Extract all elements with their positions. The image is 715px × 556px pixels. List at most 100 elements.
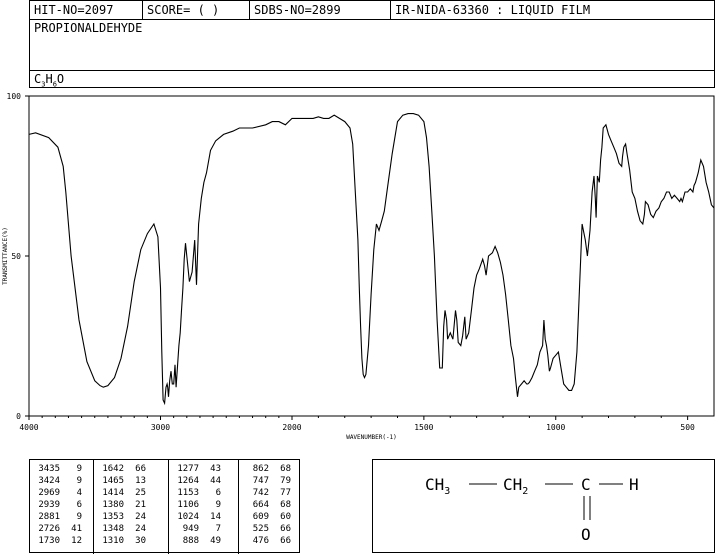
- peak-wavenumber: 2881: [38, 512, 60, 522]
- peak-row: 1465 13: [98, 475, 146, 487]
- peak-intensity: 30: [135, 536, 146, 546]
- peak-wavenumber: 609: [252, 512, 269, 522]
- peak-wavenumber: 2726: [38, 524, 60, 534]
- peak-wavenumber: 742: [252, 488, 269, 498]
- peak-wavenumber: 476: [252, 536, 269, 546]
- peak-intensity: 9: [76, 464, 82, 474]
- y-tick-label: 50: [11, 252, 21, 261]
- peak-intensity: 9: [76, 476, 82, 486]
- peak-wavenumber: 1024: [177, 512, 199, 522]
- peak-wavenumber: 1264: [177, 476, 199, 486]
- peak-row: 3435 9: [34, 463, 82, 475]
- peak-wavenumber: 1277: [177, 464, 199, 474]
- x-tick-label: 4000: [19, 423, 38, 432]
- peak-column: 862 68 747 79 742 77 664 68 609 60 525 66 476 66: [243, 463, 291, 547]
- peak-row: 1414 25: [98, 487, 146, 499]
- ch2-group: CH2: [503, 475, 528, 497]
- peak-row: 888 49: [173, 535, 221, 547]
- peak-intensity: 68: [280, 464, 291, 474]
- peak-row: 1730 12: [34, 535, 82, 547]
- ch3-group: CH3: [425, 475, 450, 497]
- structure-panel: CH3 CH2 C H O: [372, 459, 715, 553]
- peak-intensity: 60: [280, 512, 291, 522]
- peak-intensity: 66: [135, 464, 146, 474]
- peak-wavenumber: 2969: [38, 488, 60, 498]
- peak-wavenumber: 949: [182, 524, 199, 534]
- peak-intensity: 21: [135, 500, 146, 510]
- x-tick-label: 1000: [546, 423, 565, 432]
- x-axis-label: WAVENUMBER(-1): [346, 434, 397, 441]
- peak-intensity: 13: [135, 476, 146, 486]
- x-tick-label: 3000: [151, 423, 170, 432]
- peak-wavenumber: 1380: [102, 500, 124, 510]
- peak-intensity: 9: [215, 500, 221, 510]
- peak-wavenumber: 1348: [102, 524, 124, 534]
- peak-row: 2726 41: [34, 523, 82, 535]
- peak-row: 3424 9: [34, 475, 82, 487]
- peak-row: 476 66: [243, 535, 291, 547]
- peak-table: 3435 9 3424 9 2969 4 2939 6 2881 9 2726 41 1730 12 164…: [29, 459, 300, 554]
- peak-intensity: 24: [135, 524, 146, 534]
- y-tick-label: 100: [7, 92, 22, 101]
- peak-column: 1277 43 1264 44 1153 6 1106 9 1024 14 949 7 888 49: [173, 463, 221, 547]
- peak-wavenumber: 1106: [177, 500, 199, 510]
- peak-row: 742 77: [243, 487, 291, 499]
- x-tick-label: 500: [680, 423, 695, 432]
- peak-wavenumber: 1465: [102, 476, 124, 486]
- peak-wavenumber: 862: [252, 464, 269, 474]
- peak-intensity: 4: [76, 488, 82, 498]
- peak-wavenumber: 525: [252, 524, 269, 534]
- peak-row: 1153 6: [173, 487, 221, 499]
- plot-frame: [28, 95, 715, 417]
- peak-intensity: 66: [280, 536, 291, 546]
- table-divider: [168, 460, 169, 554]
- peak-intensity: 44: [210, 476, 221, 486]
- table-divider: [238, 460, 239, 554]
- peak-row: 525 66: [243, 523, 291, 535]
- peak-row: 664 68: [243, 499, 291, 511]
- peak-intensity: 9: [76, 512, 82, 522]
- x-tick-label: 1500: [414, 423, 433, 432]
- peak-wavenumber: 1153: [177, 488, 199, 498]
- peak-row: 1310 30: [98, 535, 146, 547]
- peak-intensity: 7: [215, 524, 221, 534]
- peak-row: 2939 6: [34, 499, 82, 511]
- peak-intensity: 14: [210, 512, 221, 522]
- peak-wavenumber: 1414: [102, 488, 124, 498]
- peak-wavenumber: 1310: [102, 536, 124, 546]
- peak-wavenumber: 747: [252, 476, 269, 486]
- peak-intensity: 79: [280, 476, 291, 486]
- peak-column: 1642 66 1465 13 1414 25 1380 21 1353 24 1348 24 1310…: [98, 463, 146, 547]
- peak-wavenumber: 3424: [38, 476, 60, 486]
- peak-row: 1380 21: [98, 499, 146, 511]
- peak-wavenumber: 664: [252, 500, 269, 510]
- peak-wavenumber: 888: [182, 536, 199, 546]
- peak-row: 949 7: [173, 523, 221, 535]
- peak-row: 1642 66: [98, 463, 146, 475]
- peak-intensity: 6: [76, 500, 82, 510]
- peak-intensity: 66: [280, 524, 291, 534]
- structure-diagram: CH3 CH2 C H O: [425, 475, 639, 544]
- peak-intensity: 41: [71, 524, 82, 534]
- peak-row: 1264 44: [173, 475, 221, 487]
- peak-row: 1348 24: [98, 523, 146, 535]
- spectrum-line: [28, 113, 715, 406]
- oxygen-atom: O: [581, 525, 591, 544]
- peak-wavenumber: 2939: [38, 500, 60, 510]
- carbonyl-carbon: C: [581, 475, 591, 494]
- peak-wavenumber: 1730: [38, 536, 60, 546]
- peak-row: 862 68: [243, 463, 291, 475]
- peak-row: 1106 9: [173, 499, 221, 511]
- y-axis-label: TRANSMITTANCE(%): [2, 227, 9, 285]
- peak-intensity: 24: [135, 512, 146, 522]
- peak-intensity: 77: [280, 488, 291, 498]
- ir-spectrum-chart: 4000 3000 2000 1500 1000 500 0 50 100 WAVENUMBER(…: [2, 92, 715, 441]
- peak-row: 1024 14: [173, 511, 221, 523]
- peak-row: 1353 24: [98, 511, 146, 523]
- peak-intensity: 25: [135, 488, 146, 498]
- peak-row: 2881 9: [34, 511, 82, 523]
- peak-intensity: 43: [210, 464, 221, 474]
- peak-column: 3435 9 3424 9 2969 4 2939 6 2881 9 2726 41 1730 12: [34, 463, 82, 547]
- peak-intensity: 68: [280, 500, 291, 510]
- peak-intensity: 49: [210, 536, 221, 546]
